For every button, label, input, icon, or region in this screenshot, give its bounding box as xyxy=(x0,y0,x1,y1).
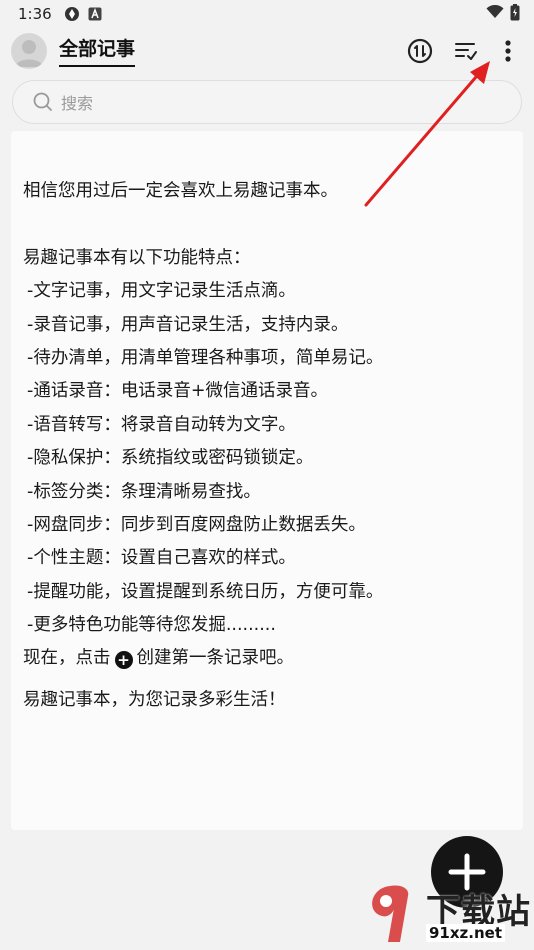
feature-item: -个性主题：设置自己喜欢的样式。 xyxy=(27,548,296,569)
sync-icon xyxy=(407,38,433,64)
a-notification-icon xyxy=(88,7,102,21)
feature-item: -更多特色功能等待您发掘......... xyxy=(27,615,276,636)
note-spacer xyxy=(23,208,513,241)
note-cta: 现在，点击 + 创建第一条记录吧。 xyxy=(23,642,513,675)
app-header: 全部记事 xyxy=(0,28,534,74)
sort-button[interactable] xyxy=(451,36,481,66)
page-title[interactable]: 全部记事 xyxy=(59,34,136,67)
more-vert-icon xyxy=(505,40,511,62)
cta-before-text: 现在，点击 xyxy=(23,648,111,669)
feature-item: -标签分类：条理清晰易查找。 xyxy=(27,481,261,502)
cta-after-text: 创建第一条记录吧。 xyxy=(136,648,295,669)
watermark-logo-icon xyxy=(372,885,409,942)
status-bar: 1:36 xyxy=(0,0,534,28)
wifi-icon xyxy=(486,4,504,23)
feature-item: -录音记事，用声音记录生活，支持内录。 xyxy=(27,314,349,335)
more-menu-button[interactable] xyxy=(493,36,523,66)
feature-item: -通话录音：电话录音+微信通话录音。 xyxy=(27,381,328,402)
site-watermark: 下载站 91xz.net xyxy=(360,880,534,950)
features-heading: 易趣记事本有以下功能特点： xyxy=(23,247,251,268)
app-notification-icon xyxy=(64,6,80,22)
status-time: 1:36 xyxy=(18,5,52,23)
avatar[interactable] xyxy=(11,33,47,69)
note-closing: 易趣记事本，为您记录多彩生活！ xyxy=(23,689,286,710)
search-bar[interactable]: 搜索 xyxy=(12,80,522,124)
battery-icon xyxy=(510,3,520,25)
app-screen: 1:36 全部记事 搜索 相信您用过后一定会喜欢上易趣记事本。 易趣记事本有以下… xyxy=(0,0,534,950)
feature-item: -提醒功能，设置提醒到系统日历，方便可靠。 xyxy=(27,581,384,602)
feature-item: -待办清单，用清单管理各种事项，简单易记。 xyxy=(27,347,384,368)
note-spacer xyxy=(23,676,513,684)
sync-button[interactable] xyxy=(405,36,435,66)
search-placeholder: 搜索 xyxy=(61,94,94,113)
feature-item: -语音转写：将录音自动转为文字。 xyxy=(27,414,296,435)
user-icon xyxy=(15,40,43,67)
plus-circle-icon: + xyxy=(114,651,133,670)
watermark-url: 91xz.net xyxy=(426,924,506,942)
sort-list-icon xyxy=(455,43,477,60)
note-intro: 相信您用过后一定会喜欢上易趣记事本。 xyxy=(23,181,338,201)
note-content: 相信您用过后一定会喜欢上易趣记事本。 易趣记事本有以下功能特点： -文字记事，用… xyxy=(23,175,513,717)
feature-item: -网盘同步：同步到百度网盘防止数据丢失。 xyxy=(27,514,366,535)
search-icon xyxy=(33,92,52,111)
feature-item: -隐私保护：系统指纹或密码锁锁定。 xyxy=(27,448,314,469)
status-right-group xyxy=(486,3,520,25)
feature-item: -文字记事，用文字记录生活点滴。 xyxy=(27,281,296,302)
